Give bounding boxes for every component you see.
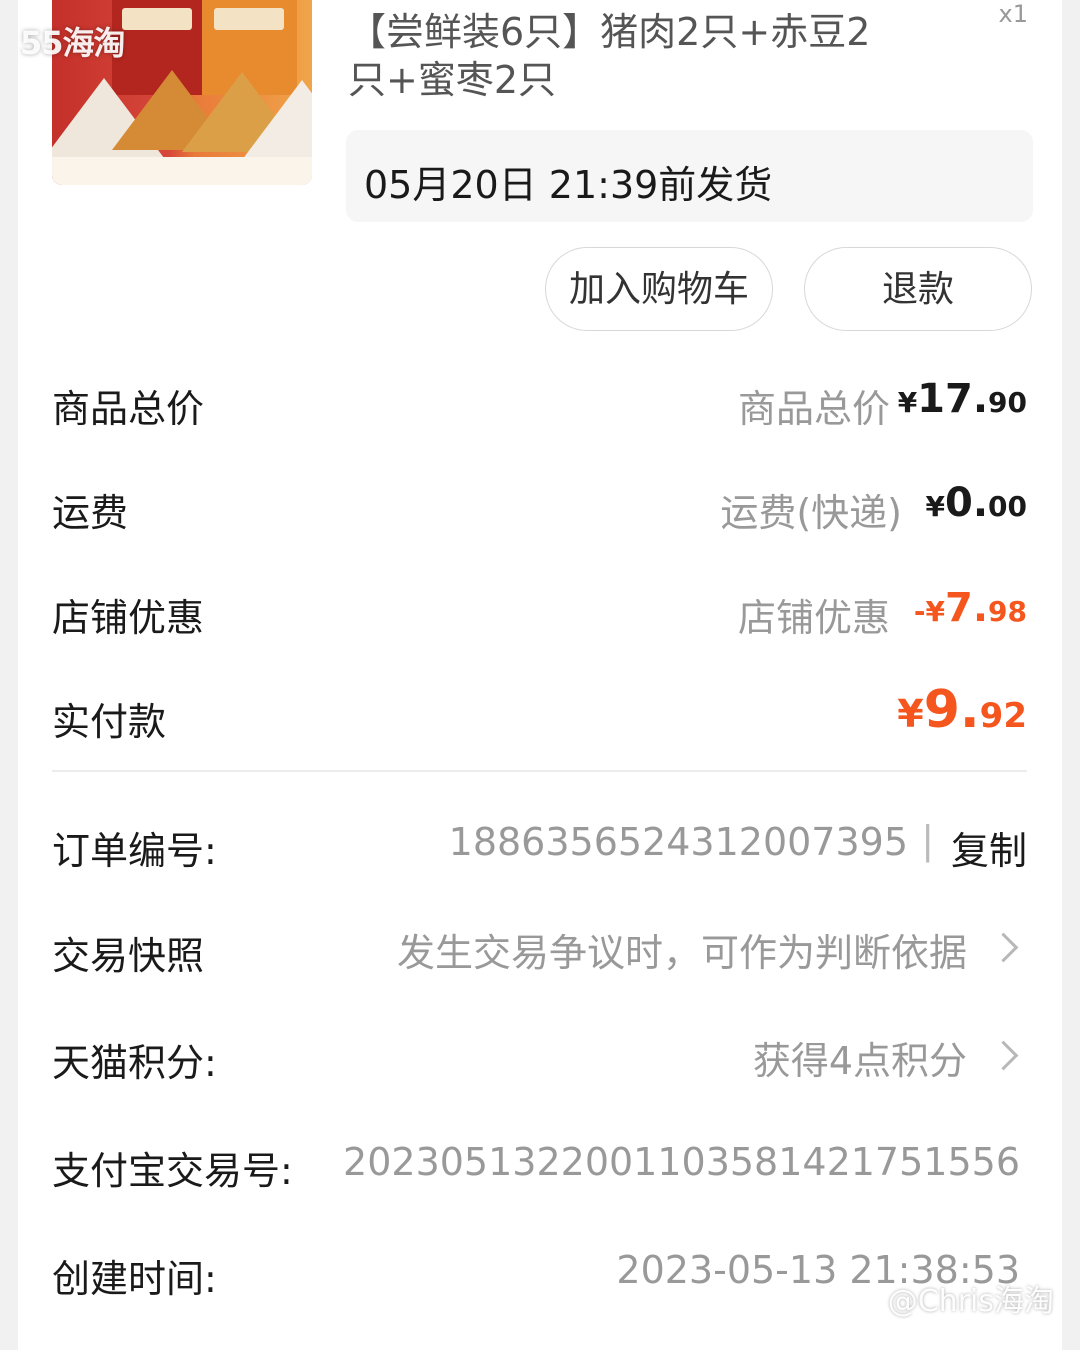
shipping-fee-price: ¥0.00 — [926, 480, 1027, 526]
subtotal-sub-label: 商品总价 — [737, 387, 890, 431]
subtotal-label: 商品总价 — [52, 387, 205, 431]
paid-amount-price: ¥9.92 — [897, 680, 1027, 740]
shipping-deadline-text: 05月20日 21:39前发货 — [364, 163, 773, 207]
watermark-bottom-right: @Chris海淘 — [887, 1284, 1054, 1319]
store-discount-sub-label: 店铺优惠 — [737, 596, 890, 640]
currency-symbol: ¥ — [925, 490, 945, 523]
tmall-points-label: 天猫积分: — [52, 1041, 217, 1085]
price-integer: 7. — [945, 585, 989, 631]
price-decimal: 00 — [988, 490, 1027, 523]
product-title[interactable]: 【尝鲜装6只】猪肉2只+赤豆2只+蜜枣2只 — [348, 8, 908, 104]
package-label — [122, 8, 192, 30]
copy-order-number-button[interactable]: 复制 — [951, 820, 1027, 875]
tmall-points-value[interactable]: 获得4点积分 — [753, 1030, 967, 1085]
subtotal-price: ¥17.90 — [898, 376, 1027, 422]
add-to-cart-button[interactable]: 加入购物车 — [545, 247, 773, 331]
price-decimal: 92 — [979, 696, 1027, 736]
store-discount-price: -¥7.98 — [914, 585, 1027, 631]
price-integer: 0. — [945, 480, 989, 526]
currency-symbol: ¥ — [897, 692, 924, 736]
price-integer: 17. — [917, 376, 989, 422]
zongzi-4 — [242, 80, 312, 160]
product-quantity: x1 — [998, 0, 1028, 28]
shipping-fee-label: 运费 — [52, 491, 129, 535]
alipay-trade-number-label: 支付宝交易号: — [52, 1149, 293, 1193]
currency-symbol: ¥ — [897, 386, 918, 419]
shipping-deadline-box: 05月20日 21:39前发货 — [346, 130, 1033, 222]
alipay-trade-number-value: 2023051322001103581421751556 — [343, 1140, 1020, 1184]
price-integer: 9. — [923, 680, 980, 740]
refund-button[interactable]: 退款 — [804, 247, 1032, 331]
package-label — [214, 8, 284, 30]
currency-symbol: -¥ — [913, 595, 945, 628]
shipping-fee-sub-label: 运费(快递) — [720, 491, 902, 535]
price-decimal: 90 — [988, 386, 1027, 419]
created-time-label: 创建时间: — [52, 1257, 217, 1301]
order-number-label: 订单编号: — [52, 829, 217, 873]
price-decimal: 98 — [988, 595, 1027, 628]
trade-snapshot-label: 交易快照 — [52, 934, 205, 978]
section-divider — [52, 770, 1027, 772]
paid-amount-label: 实付款 — [52, 700, 167, 744]
product-image-strip — [52, 157, 312, 185]
order-number-value: 1886356524312007395 — [448, 820, 908, 864]
trade-snapshot-value[interactable]: 发生交易争议时，可作为判断依据 — [397, 922, 967, 977]
store-discount-label: 店铺优惠 — [52, 596, 205, 640]
watermark-top-left: 55海淘 — [20, 24, 126, 62]
order-number-separator: | — [921, 818, 934, 862]
